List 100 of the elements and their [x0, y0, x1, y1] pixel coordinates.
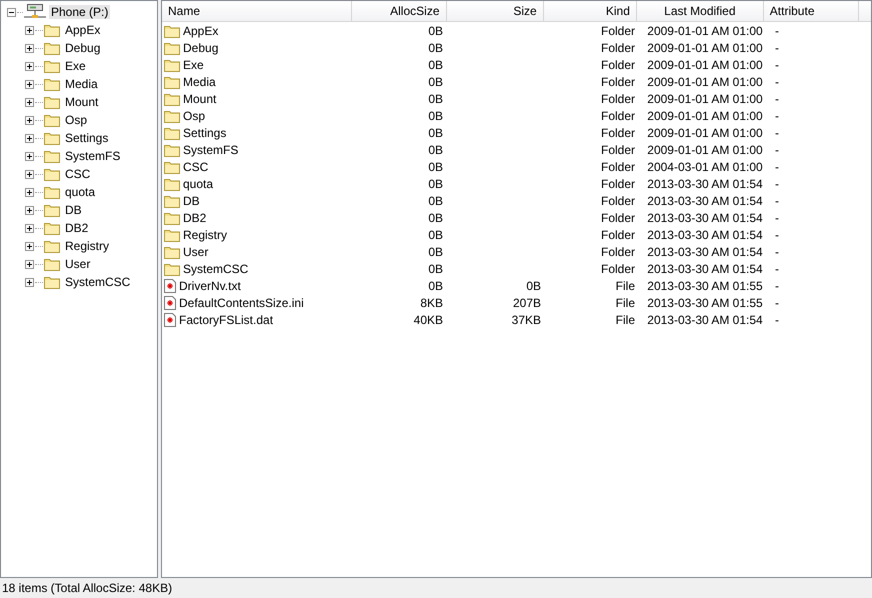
column-header[interactable]: Last Modified [636, 1, 764, 21]
tree-item[interactable]: Osp [63, 113, 90, 127]
expand-icon[interactable] [25, 260, 34, 268]
table-cell: 2009-01-01 AM 01:00 [647, 126, 763, 140]
table-cell: 2009-01-01 AM 01:00 [647, 58, 763, 72]
file-name[interactable]: AppEx [183, 24, 218, 38]
file-name[interactable]: User [183, 244, 208, 258]
file-name[interactable]: SystemCSC [183, 262, 248, 276]
file-name[interactable]: DriverNv.txt [179, 278, 241, 292]
tree-item[interactable]: DB2 [63, 221, 90, 235]
folder-icon [44, 113, 60, 127]
table-cell: - [775, 262, 779, 276]
tree-item[interactable]: User [63, 257, 92, 271]
table-cell: 2013-03-30 AM 01:54 [647, 312, 763, 326]
table-cell: - [775, 278, 779, 292]
file-name[interactable]: SystemFS [183, 142, 238, 156]
tree-item[interactable]: SystemFS [63, 149, 122, 163]
file-name[interactable]: DefaultContentsSize.ini [179, 296, 304, 310]
folder-icon [164, 92, 180, 106]
expand-icon[interactable] [25, 224, 34, 232]
table-cell: 2013-03-30 AM 01:54 [647, 228, 763, 242]
table-cell: 0B [428, 160, 443, 174]
tree-item[interactable]: CSC [63, 167, 92, 181]
column-header[interactable]: AllocSize [352, 1, 446, 21]
expand-icon[interactable] [25, 278, 34, 286]
table-cell: 2009-01-01 AM 01:00 [647, 142, 763, 156]
expand-icon[interactable] [25, 206, 34, 214]
column-header[interactable]: Kind [544, 1, 637, 21]
folder-icon [164, 108, 180, 122]
table-cell: Folder [600, 228, 635, 242]
folder-icon [44, 95, 60, 109]
file-icon [164, 278, 176, 292]
tree-item[interactable]: Exe [63, 59, 88, 73]
table-cell: Folder [600, 244, 635, 258]
folder-icon [44, 59, 60, 73]
folder-icon [44, 203, 60, 217]
tree-item[interactable]: Registry [63, 239, 112, 253]
table-cell: Folder [600, 126, 635, 140]
tree-item[interactable]: quota [63, 185, 98, 199]
table-cell: - [775, 126, 779, 140]
expand-icon[interactable] [25, 134, 34, 142]
file-name[interactable]: Settings [183, 126, 226, 140]
file-name[interactable]: Media [183, 74, 216, 88]
file-icon [164, 296, 176, 310]
table-cell: 0B [428, 176, 443, 190]
table-cell: Folder [600, 142, 635, 156]
file-name[interactable]: Exe [183, 58, 204, 72]
table-cell: - [775, 296, 779, 310]
folder-icon [44, 23, 60, 37]
file-name[interactable]: FactoryFSList.dat [179, 312, 274, 326]
expand-icon[interactable] [25, 26, 34, 34]
tree-item[interactable]: Settings [63, 131, 110, 145]
file-name[interactable]: Mount [183, 92, 216, 106]
expand-icon[interactable] [25, 242, 34, 250]
folder-icon [164, 194, 180, 208]
tree-item[interactable]: Debug [63, 41, 102, 55]
tree-item[interactable]: Mount [63, 95, 100, 109]
expand-icon[interactable] [25, 116, 34, 124]
expand-icon[interactable] [25, 188, 34, 196]
table-cell: File [616, 296, 635, 310]
file-name[interactable]: DB [183, 194, 200, 208]
tree-item[interactable]: Media [63, 77, 100, 91]
folder-icon [44, 185, 60, 199]
tree-item[interactable]: AppEx [63, 23, 102, 37]
expand-icon[interactable] [25, 80, 34, 88]
table-cell: - [775, 176, 779, 190]
folder-icon [164, 210, 180, 224]
folder-icon [164, 58, 180, 72]
file-name[interactable]: Osp [183, 108, 206, 122]
folder-icon [44, 41, 60, 55]
tree-item[interactable]: DB [63, 203, 84, 217]
file-icon [164, 312, 176, 326]
file-name[interactable]: Registry [183, 228, 228, 242]
expand-icon[interactable] [25, 98, 34, 106]
column-header[interactable]: Size [446, 1, 544, 21]
file-name[interactable]: DB2 [183, 210, 206, 224]
table-cell: 2013-03-30 AM 01:54 [647, 262, 763, 276]
folder-icon [164, 160, 180, 174]
tree-item[interactable]: SystemCSC [63, 275, 132, 289]
tree-item[interactable]: Phone (P:) [49, 5, 110, 19]
file-name[interactable]: quota [183, 176, 214, 190]
file-name[interactable]: Debug [183, 40, 218, 54]
table-cell: 2004-03-01 AM 01:00 [647, 160, 763, 174]
table-cell: File [616, 312, 635, 326]
column-header[interactable]: Attribute [764, 1, 859, 21]
file-name[interactable]: CSC [183, 160, 208, 174]
table-cell: - [775, 58, 779, 72]
table-cell: 2013-03-30 AM 01:54 [647, 244, 763, 258]
table-cell: - [775, 142, 779, 156]
expand-icon[interactable] [25, 170, 34, 178]
table-cell: 0B [428, 210, 443, 224]
column-header[interactable]: Name [162, 1, 352, 21]
table-cell: 2009-01-01 AM 01:00 [647, 40, 763, 54]
expand-icon[interactable] [25, 152, 34, 160]
expand-icon[interactable] [25, 62, 34, 70]
table-cell: 2013-03-30 AM 01:55 [647, 296, 763, 310]
folder-icon [44, 131, 60, 145]
folder-icon [164, 244, 180, 258]
collapse-icon[interactable] [7, 8, 16, 16]
expand-icon[interactable] [25, 44, 34, 52]
